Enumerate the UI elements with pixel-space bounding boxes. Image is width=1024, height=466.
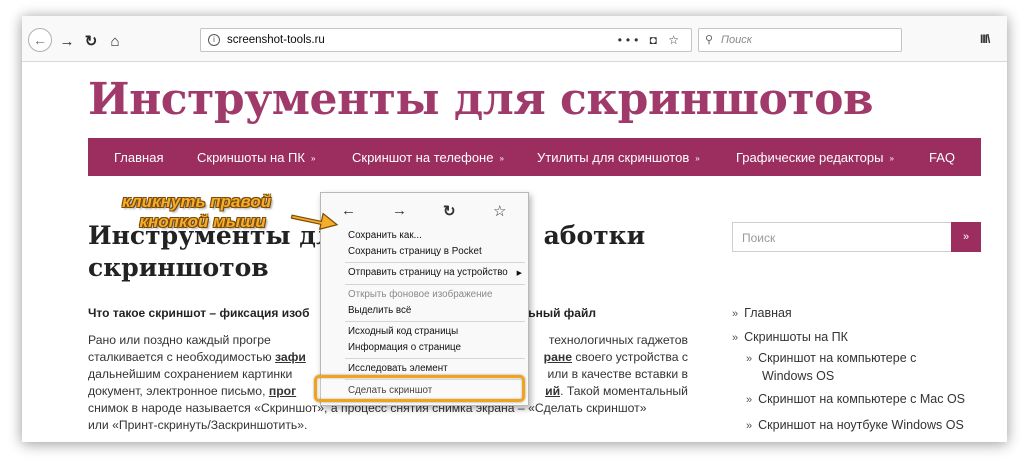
sidebar-item-mac[interactable]: » Скриншот на компьютере с Mac OS xyxy=(746,392,965,406)
ctx-item-send-to-device[interactable]: Отправить страницу на устройство xyxy=(348,267,524,278)
submenu-arrow-icon: ▶ xyxy=(516,270,522,277)
chevron-down-icon: » xyxy=(695,154,700,163)
reload-icon[interactable]: ↻ xyxy=(443,202,456,220)
ctx-separator xyxy=(345,321,525,322)
chevron-right-icon: » xyxy=(732,332,739,344)
ctx-item-save-pocket[interactable]: Сохранить страницу в Pocket xyxy=(348,246,482,257)
sidebar-search-input[interactable]: Поиск » xyxy=(732,222,981,252)
context-menu-nav: ← → ↻ ☆ xyxy=(321,193,530,227)
search-icon: ⚲ xyxy=(705,34,714,46)
site-title[interactable]: Инструменты для скриншотов xyxy=(88,74,874,125)
reload-icon: ↻ xyxy=(84,33,98,50)
nav-item-faq[interactable]: FAQ xyxy=(929,150,955,165)
article-link[interactable]: зафи xyxy=(275,350,306,364)
article-link[interactable]: ране xyxy=(544,350,572,364)
annotation-arrow-icon xyxy=(290,212,339,230)
nav-item-phone-screenshot[interactable]: Скриншот на телефоне» xyxy=(352,150,504,165)
article-link[interactable]: ий xyxy=(545,384,560,398)
site-info-icon[interactable]: i xyxy=(208,34,220,46)
forward-icon[interactable]: → xyxy=(392,202,407,219)
sidebar-search-placeholder: Поиск xyxy=(742,231,776,245)
url-text: screenshot-tools.ru xyxy=(227,34,325,46)
back-arrow-icon: ← xyxy=(33,32,47,48)
sidebar-item-home[interactable]: » Главная xyxy=(732,306,792,320)
chevron-right-icon: » xyxy=(732,308,739,320)
back-button[interactable]: ← xyxy=(28,28,52,52)
chevron-down-icon: » xyxy=(499,154,504,163)
ctx-item-save-as[interactable]: Сохранить как... xyxy=(348,230,422,241)
ctx-item-open-background: Открыть фоновое изображение xyxy=(348,289,493,300)
sidebar-item-windows[interactable]: » Скриншот на компьютере с Windows OS xyxy=(746,350,916,385)
main-nav: Главная Скриншоты на ПК» Скриншот на тел… xyxy=(88,138,981,176)
home-icon: ⌂ xyxy=(110,32,120,50)
article-link[interactable]: прог xyxy=(269,384,296,398)
ctx-separator xyxy=(345,262,525,263)
page-actions-icons[interactable]: ••• ◘ ☆ xyxy=(618,29,683,51)
nav-item-graphic-editors[interactable]: Графические редакторы» xyxy=(736,150,894,165)
sidebar-item-laptop[interactable]: » Скриншот на ноутбуке Windows OS xyxy=(746,418,964,432)
context-menu: ← → ↻ ☆ Сохранить как... Сохранить стран… xyxy=(320,192,529,406)
nav-item-pc-screenshots[interactable]: Скриншоты на ПК» xyxy=(197,150,315,165)
forward-button[interactable]: → xyxy=(56,30,78,52)
ctx-item-view-source[interactable]: Исходный код страницы xyxy=(348,326,458,337)
sidebar-item-pc-screenshots[interactable]: » Скриншоты на ПК xyxy=(732,330,848,344)
bookmark-star-icon[interactable]: ☆ xyxy=(493,202,506,220)
chevron-right-icon: » xyxy=(746,353,753,365)
ctx-separator xyxy=(345,284,525,285)
browser-search-input[interactable]: ⚲ Поиск xyxy=(698,28,902,52)
chevron-down-icon: » xyxy=(889,154,894,163)
para-line: или «Принт-скринуть/Заскриншотить». xyxy=(88,418,308,432)
ctx-item-page-info[interactable]: Информация о странице xyxy=(348,342,461,353)
sidebar-search-button[interactable]: » xyxy=(951,222,981,252)
nav-item-home[interactable]: Главная xyxy=(114,150,163,165)
browser-search-placeholder: Поиск xyxy=(721,34,752,46)
ctx-item-select-all[interactable]: Выделить всё xyxy=(348,305,411,316)
back-icon[interactable]: ← xyxy=(341,202,356,219)
url-bar[interactable]: i screenshot-tools.ru ••• ◘ ☆ xyxy=(200,28,692,52)
ctx-item-inspect[interactable]: Исследовать элемент xyxy=(348,363,448,374)
nav-item-utilities[interactable]: Утилиты для скриншотов» xyxy=(537,150,700,165)
annotation-text: кликнуть правой кнопкой мыши xyxy=(122,192,272,231)
forward-arrow-icon: → xyxy=(59,32,75,50)
browser-toolbar: ← → ↻ ⌂ i screenshot-tools.ru ••• ◘ ☆ ⚲ … xyxy=(22,16,1007,62)
browser-window: ← → ↻ ⌂ i screenshot-tools.ru ••• ◘ ☆ ⚲ … xyxy=(22,16,1007,442)
ctx-separator xyxy=(345,358,525,359)
home-button[interactable]: ⌂ xyxy=(104,30,126,52)
chevron-right-icon: » xyxy=(746,420,753,432)
screenshot-item-highlight xyxy=(314,375,525,402)
library-icon[interactable]: III\ xyxy=(980,32,990,46)
reload-button[interactable]: ↻ xyxy=(80,30,102,52)
chevron-down-icon: » xyxy=(310,154,316,163)
chevron-right-icon: » xyxy=(746,394,753,406)
